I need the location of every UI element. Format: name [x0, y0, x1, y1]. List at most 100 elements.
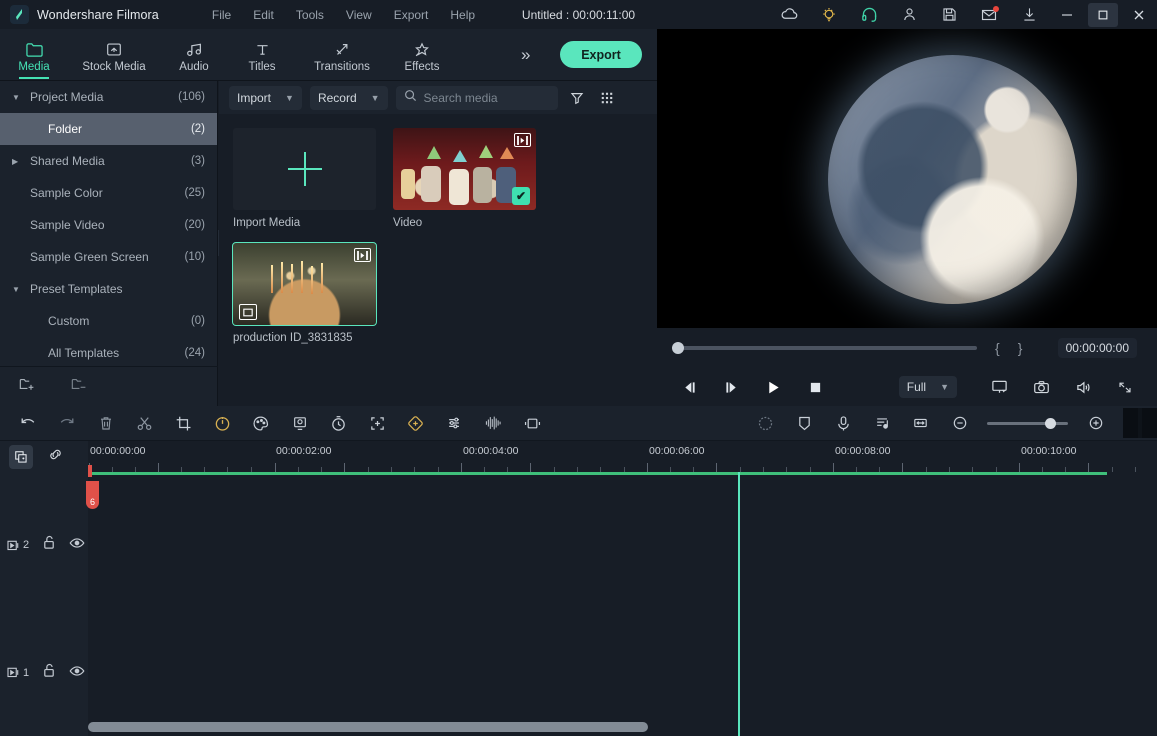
- render-preview-icon[interactable]: [747, 406, 786, 441]
- delete-icon[interactable]: [87, 406, 126, 441]
- sidebar-item-sample-green-screen[interactable]: Sample Green Screen (10): [0, 241, 217, 273]
- audio-waveform-icon[interactable]: [474, 406, 513, 441]
- duration-icon[interactable]: [319, 406, 358, 441]
- redo-icon[interactable]: [48, 406, 87, 441]
- menu-item-export[interactable]: Export: [383, 4, 440, 26]
- adjust-sliders-icon[interactable]: [435, 406, 474, 441]
- sidebar-item-sample-video[interactable]: Sample Video (20): [0, 209, 217, 241]
- maximize-button[interactable]: [1085, 0, 1121, 29]
- tab-transitions-label: Transitions: [314, 60, 370, 73]
- sidebar-item-all-templates[interactable]: All Templates (24): [0, 337, 217, 369]
- menu-item-view[interactable]: View: [335, 4, 383, 26]
- download-icon[interactable]: [1009, 0, 1049, 29]
- record-button[interactable]: Record ▼: [309, 85, 388, 110]
- auto-reframe-icon[interactable]: [358, 406, 397, 441]
- mark-out-button[interactable]: }: [1018, 340, 1023, 356]
- sidebar-item-folder[interactable]: Folder (2): [0, 113, 217, 145]
- fullscreen-icon[interactable]: [1115, 377, 1135, 397]
- mail-icon[interactable]: [969, 0, 1009, 29]
- tab-media[interactable]: Media: [0, 29, 68, 81]
- stop-button[interactable]: [805, 377, 825, 397]
- link-icon[interactable]: [47, 447, 64, 467]
- tab-effects[interactable]: Effects: [388, 29, 456, 81]
- sidebar-item-sample-color[interactable]: Sample Color (25): [0, 177, 217, 209]
- display-settings-icon[interactable]: [989, 377, 1009, 397]
- fit-timeline-icon[interactable]: [902, 406, 941, 441]
- timeline-playhead[interactable]: [738, 472, 740, 736]
- import-media-tile[interactable]: Import Media: [233, 128, 376, 229]
- preview-stage[interactable]: [657, 29, 1157, 328]
- speed-icon[interactable]: [203, 406, 242, 441]
- save-icon[interactable]: [929, 0, 969, 29]
- timeline-zoom-slider[interactable]: [987, 417, 1069, 429]
- track-2-lock-icon[interactable]: [42, 535, 56, 555]
- zoom-out-icon[interactable]: [940, 406, 979, 441]
- search-icon: [404, 89, 417, 107]
- audio-mixer-icon[interactable]: [863, 406, 902, 441]
- search-input[interactable]: [423, 90, 550, 105]
- prev-frame-button[interactable]: [679, 377, 699, 397]
- split-scissors-icon[interactable]: [125, 406, 164, 441]
- lightbulb-icon[interactable]: [809, 0, 849, 29]
- account-icon[interactable]: [889, 0, 929, 29]
- menu-item-edit[interactable]: Edit: [242, 4, 285, 26]
- grid-view-icon[interactable]: [596, 86, 618, 110]
- track-2-visibility-icon[interactable]: [69, 536, 85, 554]
- preview-scrubber-row: { } 00:00:00:00: [657, 328, 1157, 368]
- sidebar-item-preset-templates[interactable]: ▼ Preset Templates: [0, 273, 217, 305]
- new-folder-icon[interactable]: [18, 376, 36, 397]
- preview-scrubber[interactable]: [672, 342, 977, 354]
- sidebar-item-label: Shared Media: [30, 154, 105, 168]
- search-media-box[interactable]: [395, 85, 558, 110]
- zoom-slider-handle[interactable]: [1045, 417, 1056, 429]
- menu-item-file[interactable]: File: [201, 4, 242, 26]
- undo-icon[interactable]: [9, 406, 48, 441]
- sidebar-footer: [0, 366, 218, 406]
- tab-titles[interactable]: Titles: [228, 29, 296, 81]
- crop-icon[interactable]: [164, 406, 203, 441]
- green-screen-icon[interactable]: [280, 406, 319, 441]
- markers-icon[interactable]: [513, 406, 552, 441]
- timeline-ruler[interactable]: 00:00:00:00 00:00:02:00 00:00:04:00 00:0…: [88, 441, 1157, 473]
- timeline-hscrollbar[interactable]: [88, 722, 1148, 732]
- keyframe-icon[interactable]: [397, 406, 436, 441]
- close-button[interactable]: [1121, 0, 1157, 29]
- premium-badge-icon: [239, 304, 257, 320]
- zoom-in-icon[interactable]: [1076, 406, 1115, 441]
- track-1-visibility-icon[interactable]: [69, 664, 85, 682]
- next-frame-button[interactable]: [721, 377, 741, 397]
- headset-icon[interactable]: [849, 0, 889, 29]
- track-1-lock-icon[interactable]: [42, 663, 56, 683]
- scrubber-handle[interactable]: [672, 342, 684, 354]
- minimize-button[interactable]: [1049, 0, 1085, 29]
- export-button[interactable]: Export: [560, 41, 642, 68]
- color-palette-icon[interactable]: [242, 406, 281, 441]
- sidebar-item-project-media[interactable]: ▼ Project Media (106): [0, 81, 217, 113]
- add-track-icon[interactable]: [9, 445, 33, 469]
- menu-item-tools[interactable]: Tools: [285, 4, 335, 26]
- media-item-production[interactable]: production ID_3831835: [232, 242, 377, 344]
- import-button[interactable]: Import ▼: [229, 85, 302, 110]
- more-tabs-chevron-icon[interactable]: »: [521, 45, 530, 65]
- sidebar-item-count: (3): [190, 155, 205, 167]
- media-item-video[interactable]: ✔ Video: [393, 128, 536, 229]
- snapshot-camera-icon[interactable]: [1031, 377, 1051, 397]
- remove-folder-icon[interactable]: [70, 376, 88, 397]
- preview-quality-select[interactable]: Full ▼: [898, 376, 957, 398]
- marker-icon[interactable]: [785, 406, 824, 441]
- menu-item-help[interactable]: Help: [439, 4, 486, 26]
- track-2-lane[interactable]: [88, 481, 1157, 609]
- filter-funnel-icon[interactable]: [566, 86, 588, 110]
- timeline-position-marker[interactable]: 6: [86, 481, 99, 509]
- mark-in-button[interactable]: {: [995, 340, 1000, 356]
- volume-icon[interactable]: [1073, 377, 1093, 397]
- timeline-hscrollbar-thumb[interactable]: [88, 722, 648, 732]
- sidebar-item-shared-media[interactable]: ▶ Shared Media (3): [0, 145, 217, 177]
- tab-audio[interactable]: Audio: [160, 29, 228, 81]
- cloud-icon[interactable]: [769, 0, 809, 29]
- tab-transitions[interactable]: Transitions: [296, 29, 388, 81]
- play-button[interactable]: [763, 377, 783, 397]
- sidebar-item-custom[interactable]: Custom (0): [0, 305, 217, 337]
- tab-stock-media[interactable]: Stock Media: [68, 29, 160, 81]
- record-voiceover-icon[interactable]: [824, 406, 863, 441]
